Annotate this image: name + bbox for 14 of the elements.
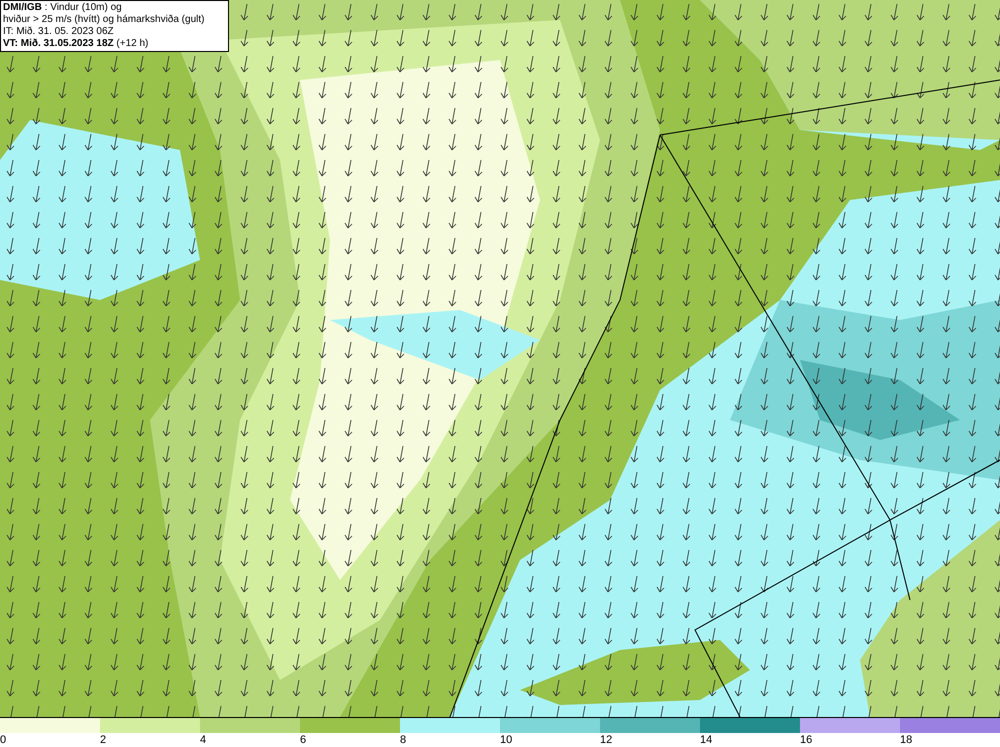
legend-label: 4: [200, 734, 206, 746]
legend-label: 12: [600, 734, 612, 746]
legend-label: 8: [400, 734, 406, 746]
title-line: hviður > 25 m/s (hvítt) og hámarkshviða (gult): [3, 14, 206, 26]
legend-label: 18: [900, 734, 912, 746]
legend-label: 2: [100, 734, 106, 746]
legend-label: 6: [300, 734, 306, 746]
title-line: DMI/IGB : Vindur (10m) og: [3, 2, 123, 14]
legend-label: 10: [500, 734, 512, 746]
legend-label: 16: [800, 734, 812, 746]
title-line: IT: Mið. 31. 05. 2023 06Z: [3, 26, 115, 38]
legend-label: 14: [700, 734, 712, 746]
title-line: VT: Mið. 31.05.2023 18Z (+12 h): [3, 38, 150, 50]
legend-label: 0: [0, 734, 6, 746]
